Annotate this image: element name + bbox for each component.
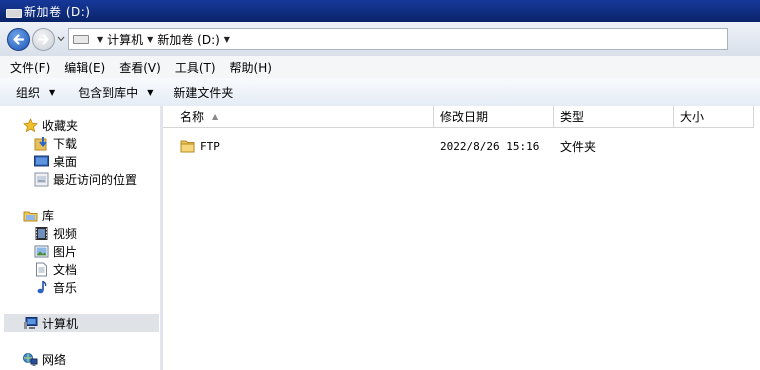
- libraries-icon: [22, 207, 38, 223]
- menu-edit[interactable]: 编辑(E): [64, 59, 105, 76]
- menu-tools[interactable]: 工具(T): [175, 59, 216, 76]
- title-bar: 新加卷 (D:): [0, 0, 760, 22]
- video-icon: [33, 225, 49, 241]
- nav-label: 视频: [53, 226, 78, 241]
- new-folder-label: 新建文件夹: [173, 85, 234, 100]
- file-row[interactable]: FTP 2022/8/26 15:16 文件夹: [163, 136, 760, 156]
- nav-label: 音乐: [53, 280, 78, 295]
- chevron-down-icon: ▼: [147, 87, 154, 97]
- desktop-icon: [33, 153, 49, 169]
- back-button[interactable]: [7, 27, 30, 51]
- nav-label: 桌面: [53, 154, 78, 169]
- breadcrumb-computer[interactable]: 计算机: [107, 31, 143, 48]
- nav-recent-places[interactable]: 最近访问的位置: [33, 170, 137, 188]
- recent-pages-dropdown[interactable]: [56, 34, 66, 44]
- recent-places-icon: [33, 171, 49, 187]
- nav-videos[interactable]: 视频: [33, 224, 77, 242]
- music-icon: [33, 279, 49, 295]
- menu-file[interactable]: 文件(F): [10, 59, 50, 76]
- include-library-label: 包含到库中: [78, 85, 139, 100]
- column-header-modified[interactable]: 修改日期: [434, 106, 554, 128]
- address-path[interactable]: ▼ 计算机 ▼ 新加卷 (D:) ▼: [68, 28, 728, 50]
- column-label: 类型: [560, 110, 585, 124]
- breadcrumb-drive[interactable]: 新加卷 (D:): [157, 31, 219, 48]
- breadcrumb-separator-icon[interactable]: ▼: [224, 35, 230, 44]
- chevron-down-icon: [57, 36, 65, 42]
- column-header-type[interactable]: 类型: [554, 106, 674, 128]
- column-label: 名称: [180, 110, 205, 124]
- back-arrow-icon: [13, 33, 25, 45]
- nav-label: 收藏夹: [42, 118, 79, 133]
- pictures-icon: [33, 243, 49, 259]
- file-name[interactable]: FTP: [200, 136, 220, 156]
- nav-label: 下载: [53, 136, 78, 151]
- chevron-down-icon: ▼: [49, 87, 56, 97]
- column-label: 大小: [680, 110, 705, 124]
- breadcrumb-separator-icon[interactable]: ▼: [97, 35, 103, 44]
- navigation-pane: 收藏夹 下载 桌面 最近访问的位置 库 视频 图片 文档 音乐 计算机 网络: [0, 106, 163, 370]
- window-title: 新加卷 (D:): [24, 4, 91, 19]
- nav-music[interactable]: 音乐: [33, 278, 77, 296]
- address-bar: ▼ 计算机 ▼ 新加卷 (D:) ▼: [0, 22, 760, 56]
- organize-label: 组织: [16, 85, 41, 100]
- computer-icon: [22, 315, 38, 331]
- file-modified: 2022/8/26 15:16: [440, 139, 540, 153]
- file-type: 文件夹: [560, 139, 597, 154]
- sort-ascending-icon: ▲: [212, 112, 219, 121]
- nav-label: 文档: [53, 262, 78, 277]
- nav-desktop[interactable]: 桌面: [33, 152, 77, 170]
- star-icon: [22, 117, 38, 133]
- include-library-button[interactable]: 包含到库中 ▼: [78, 84, 153, 101]
- folder-icon: [180, 136, 196, 156]
- nav-libraries[interactable]: 库: [22, 206, 54, 224]
- nav-downloads[interactable]: 下载: [33, 134, 77, 152]
- file-list: 名称 ▲ 修改日期 类型 大小 FTP 2022/8/26 15:16 文件夹: [163, 106, 760, 370]
- nav-computer[interactable]: 计算机: [4, 314, 159, 332]
- menu-bar: 文件(F) 编辑(E) 查看(V) 工具(T) 帮助(H): [0, 56, 760, 79]
- network-icon: [22, 351, 38, 367]
- nav-favorites[interactable]: 收藏夹: [22, 116, 78, 134]
- nav-label: 库: [42, 208, 55, 223]
- nav-network[interactable]: 网络: [22, 350, 66, 368]
- nav-label: 计算机: [42, 316, 79, 331]
- documents-icon: [33, 261, 49, 277]
- new-folder-button[interactable]: 新建文件夹: [173, 84, 233, 101]
- drive-icon: [73, 34, 89, 44]
- command-bar: 组织 ▼ 包含到库中 ▼ 新建文件夹: [0, 78, 760, 107]
- nav-label: 图片: [53, 244, 78, 259]
- column-header-name[interactable]: 名称 ▲: [163, 106, 434, 128]
- column-label: 修改日期: [440, 110, 489, 124]
- nav-label: 最近访问的位置: [53, 172, 138, 187]
- menu-help[interactable]: 帮助(H): [230, 59, 272, 76]
- column-header-size[interactable]: 大小: [674, 106, 754, 128]
- forward-button[interactable]: [32, 27, 55, 51]
- downloads-icon: [33, 135, 49, 151]
- forward-arrow-icon: [38, 34, 49, 44]
- organize-button[interactable]: 组织 ▼: [16, 84, 55, 101]
- menu-view[interactable]: 查看(V): [119, 59, 161, 76]
- nav-label: 网络: [42, 352, 67, 367]
- nav-documents[interactable]: 文档: [33, 260, 77, 278]
- breadcrumb-separator-icon[interactable]: ▼: [147, 35, 153, 44]
- drive-icon: [6, 6, 22, 18]
- nav-pictures[interactable]: 图片: [33, 242, 77, 260]
